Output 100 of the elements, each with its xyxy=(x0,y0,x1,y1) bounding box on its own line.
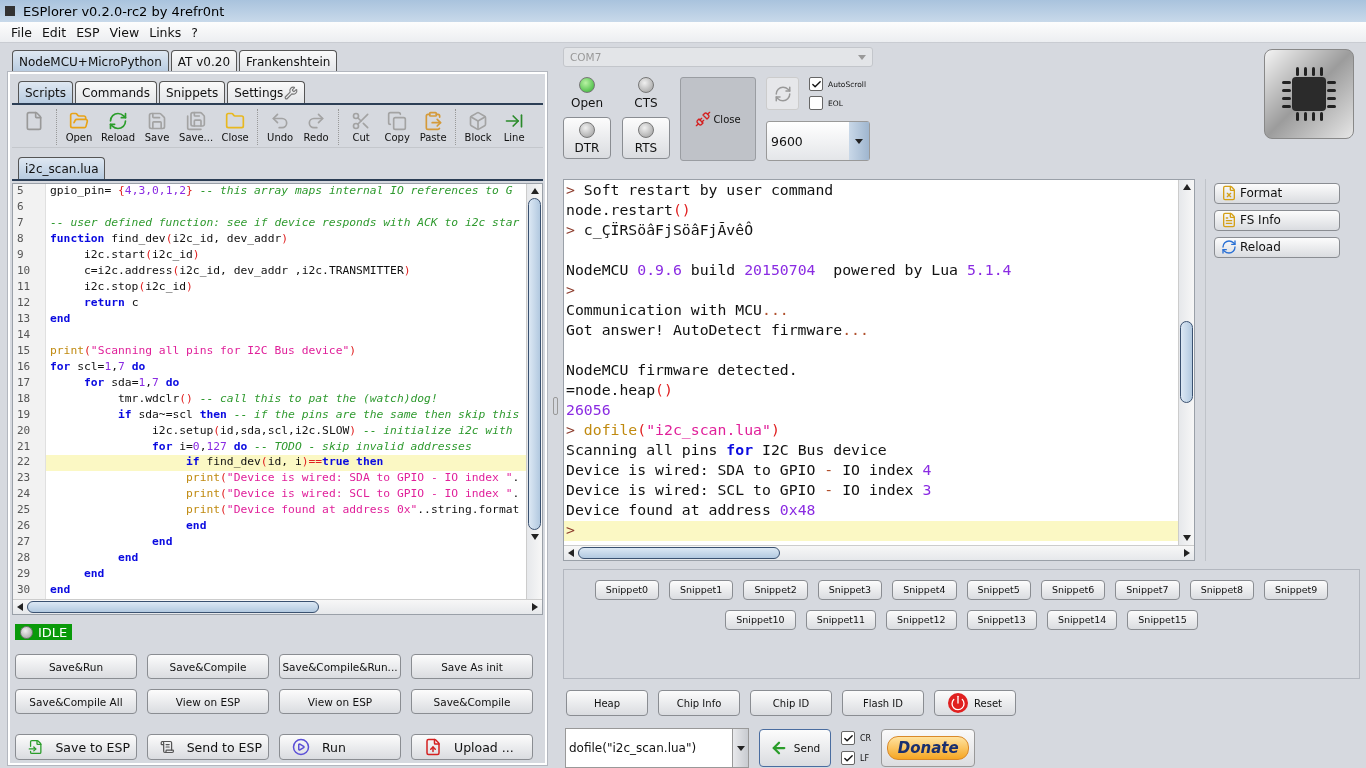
toolbar-button[interactable]: Reload xyxy=(97,109,140,145)
menu-item[interactable]: Links xyxy=(148,24,183,40)
script-button[interactable]: View on ESP xyxy=(147,689,269,714)
console-line: Device is wired: SDA to GPIO - IO index 4 xyxy=(565,460,933,480)
device-button[interactable]: Reset xyxy=(934,690,1016,716)
snippet-button[interactable]: Snippet3 xyxy=(817,579,883,600)
script-button[interactable]: Save&Compile All xyxy=(15,689,137,714)
scrollbar[interactable] xyxy=(1178,179,1194,545)
snippet-button[interactable]: Snippet12 xyxy=(886,609,957,630)
donate-button[interactable]: Donate xyxy=(881,729,976,767)
toolbar-button[interactable]: Line xyxy=(496,109,533,145)
tab[interactable]: Scripts xyxy=(18,81,74,103)
snippet-button[interactable]: Snippet15 xyxy=(1127,609,1198,630)
device-button[interactable]: Heap xyxy=(566,690,648,716)
menu-item[interactable]: ? xyxy=(190,24,199,40)
code-line: i2c.start(i2c_id) xyxy=(83,247,201,263)
tab[interactable]: AT v0.20 xyxy=(170,50,238,72)
menu-item[interactable]: Edit xyxy=(40,24,68,40)
line-number: 30 xyxy=(16,583,32,599)
status-indicator: IDLE xyxy=(15,624,73,640)
splitter-handle[interactable] xyxy=(552,396,558,415)
snippet-button[interactable]: Snippet4 xyxy=(892,579,957,600)
snippet-button[interactable]: Snippet14 xyxy=(1046,609,1118,630)
checkbox[interactable] xyxy=(841,731,855,745)
scrollbar[interactable] xyxy=(13,599,542,614)
device-button[interactable]: Flash ID xyxy=(842,690,924,716)
console-line: Scanning all pins for I2C Bus device xyxy=(565,440,888,460)
device-button[interactable]: Chip ID xyxy=(750,690,832,716)
console-line: =node.heap() xyxy=(565,380,674,400)
snippet-button[interactable]: Snippet11 xyxy=(805,609,877,630)
snippet-button[interactable]: Snippet0 xyxy=(594,579,659,600)
line-number: 6 xyxy=(16,199,25,215)
toolbar-button[interactable]: Paste xyxy=(415,109,452,145)
baud-dropdown[interactable]: 9600 xyxy=(766,121,870,161)
console-line: > dofile("i2c_scan.lua") xyxy=(565,420,781,441)
line-number: 17 xyxy=(16,375,32,391)
script-button[interactable]: View on ESP xyxy=(279,689,401,714)
document-x-icon xyxy=(1221,185,1237,202)
snippet-button[interactable]: Snippet13 xyxy=(966,609,1037,630)
tab[interactable]: Frankenshtein xyxy=(239,50,338,72)
snippet-button[interactable]: Snippet10 xyxy=(725,609,796,630)
snippet-button[interactable]: Snippet1 xyxy=(669,579,734,600)
line-number: 22 xyxy=(16,455,32,471)
close-port-button[interactable]: Close xyxy=(680,77,756,161)
code-line: function find_dev(i2c_id, dev_addr) xyxy=(49,231,290,247)
send-button[interactable]: Send xyxy=(759,729,831,767)
fs-button[interactable]: Format xyxy=(1214,182,1340,204)
floppy-stack-icon xyxy=(186,111,207,131)
code-line: return c xyxy=(83,295,140,311)
action-button[interactable]: Run xyxy=(279,734,401,760)
code-line: for i=0,127 do -- TODO - skip invalid addresses xyxy=(151,439,473,455)
checkbox[interactable] xyxy=(841,751,855,765)
toolbar-button[interactable]: Open xyxy=(61,109,97,145)
code-line: print("Device is wired: SCL to GPIO - IO index ". xyxy=(185,487,521,503)
script-button[interactable]: Save&Compile xyxy=(411,689,533,714)
tab[interactable]: Commands xyxy=(75,81,157,103)
console-line: NodeMCU 0.9.6 build 20150704 powered by Lua 5.1.4 xyxy=(565,260,1013,280)
action-button[interactable]: Send to ESP xyxy=(147,734,269,760)
line-number: 14 xyxy=(16,327,32,343)
console-line: Device is wired: SCL to GPIO - IO index 3 xyxy=(565,480,933,500)
checkbox[interactable] xyxy=(809,96,823,110)
tab[interactable]: Settings xyxy=(227,81,306,103)
snippet-button[interactable]: Snippet7 xyxy=(1115,579,1180,600)
script-button[interactable]: Save&Run xyxy=(15,654,137,679)
scrollbar[interactable] xyxy=(526,184,542,599)
file-tab[interactable]: i2c_scan.lua xyxy=(18,157,106,179)
menu-item[interactable]: File xyxy=(10,24,33,40)
code-line: print("Scanning all pins for I2C Bus device") xyxy=(49,343,358,359)
line-number: 8 xyxy=(16,231,25,247)
action-button[interactable]: Upload ... xyxy=(411,734,533,760)
snippet-button[interactable]: Snippet5 xyxy=(966,579,1031,600)
fs-button[interactable]: Reload xyxy=(1214,236,1340,258)
snippet-button[interactable]: Snippet9 xyxy=(1264,579,1329,600)
script-button[interactable]: Save&Compile xyxy=(147,654,269,679)
snippet-button[interactable]: Snippet2 xyxy=(743,579,808,600)
snippet-button[interactable]: Snippet8 xyxy=(1189,579,1254,600)
tab[interactable]: NodeMCU+MicroPython xyxy=(12,50,169,72)
signal-button[interactable]: RTS xyxy=(622,117,670,159)
menu-item[interactable]: View xyxy=(108,24,141,40)
refresh-icon xyxy=(773,84,792,103)
fs-button[interactable]: FS Info xyxy=(1214,209,1340,231)
command-field[interactable]: dofile("i2c_scan.lua") xyxy=(565,728,749,768)
scroll-icon xyxy=(160,738,175,756)
tab[interactable]: Snippets xyxy=(159,81,226,103)
code-line: end xyxy=(83,567,106,583)
signal-button[interactable]: DTR xyxy=(563,117,611,159)
script-button[interactable]: Save As init xyxy=(411,654,533,679)
checkbox[interactable] xyxy=(809,77,823,91)
wrench-icon xyxy=(284,85,299,100)
line-number: 26 xyxy=(16,519,32,535)
device-button[interactable]: Chip Info xyxy=(658,690,740,716)
line-number: 11 xyxy=(16,279,32,295)
toolbar-button[interactable]: Close xyxy=(217,109,254,145)
script-button[interactable]: Save&Compile&Run... xyxy=(279,654,401,679)
snippet-button[interactable]: Snippet6 xyxy=(1040,579,1106,600)
scrollbar[interactable] xyxy=(564,544,1194,560)
action-button[interactable]: Save to ESP xyxy=(15,734,137,760)
app-icon xyxy=(3,4,17,18)
chip-button[interactable] xyxy=(1264,49,1354,139)
menu-item[interactable]: ESP xyxy=(75,24,101,40)
